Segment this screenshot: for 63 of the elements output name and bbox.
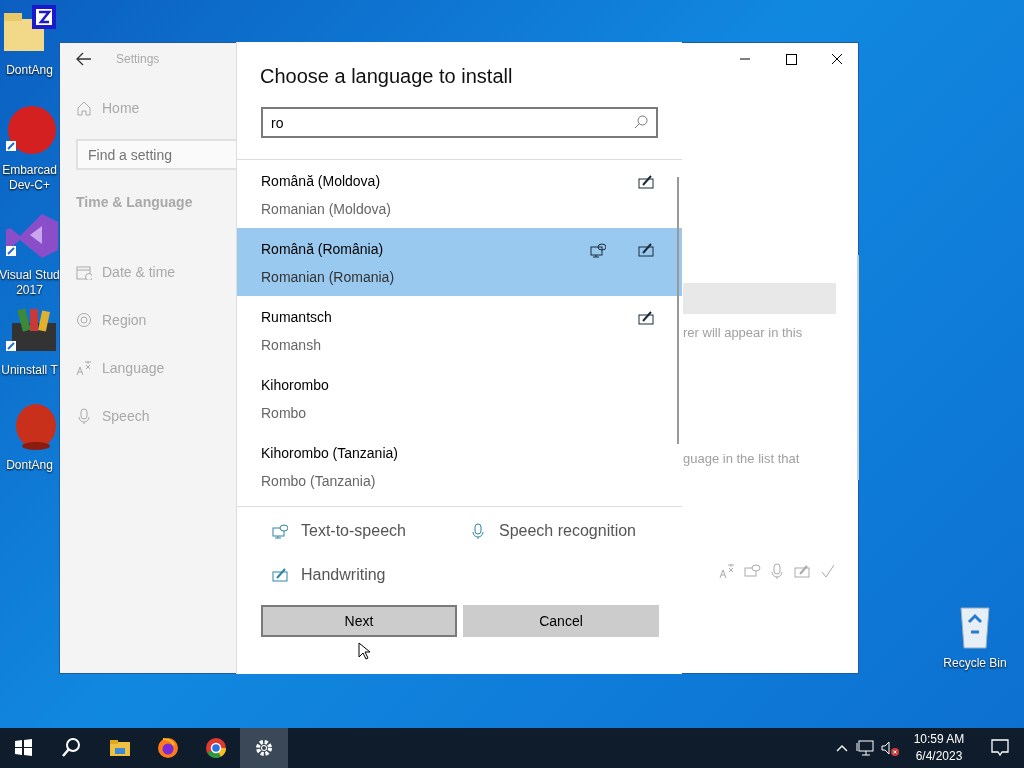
dialog-title: Choose a language to install <box>259 64 514 89</box>
clock[interactable]: 10:59 AM 6/4/2023 <box>902 731 976 765</box>
folder-icon <box>109 737 131 759</box>
dropdown-field[interactable] <box>683 283 836 314</box>
section-heading: Time & Language <box>75 193 194 212</box>
gear-icon <box>253 737 275 759</box>
icon-label[interactable]: Visual Stud <box>0 268 60 283</box>
windows-logo-icon <box>13 737 35 759</box>
language-english-name: Romanian (Moldova) <box>261 200 392 218</box>
window-title: Settings <box>116 51 160 68</box>
language-name: Kihorombo (Tanzania) <box>261 444 399 462</box>
speech-bubble-icon <box>744 563 761 580</box>
language-english-name: Rombo <box>261 404 308 422</box>
language-list-item[interactable]: Kihorombo (Tanzania) Rombo (Tanzania) <box>237 432 682 500</box>
chrome-logo-icon <box>205 737 227 759</box>
language-name: Kihorombo <box>261 376 330 394</box>
language-list-item[interactable]: Kihorombo Rombo <box>237 364 682 432</box>
microphone-icon <box>76 408 92 424</box>
language-english-name: Rombo (Tanzania) <box>261 472 377 490</box>
search-field[interactable]: Find a setting <box>76 139 237 170</box>
language-name: Rumantsch <box>261 308 333 326</box>
search-field[interactable]: ro <box>261 107 658 138</box>
body-text: guage in the list that <box>683 449 801 468</box>
scrollbar[interactable] <box>857 255 859 480</box>
clock-date: 6/4/2023 <box>915 748 963 765</box>
pen-icon <box>272 567 288 583</box>
icon-label[interactable]: DontAng <box>6 63 53 78</box>
pen-icon <box>794 563 811 580</box>
scrollbar[interactable] <box>677 177 679 444</box>
language-english-name: Romanian (Romania) <box>261 268 396 286</box>
icon-label[interactable]: Embarcad <box>2 163 57 178</box>
icon-label[interactable]: 2017 <box>16 283 43 298</box>
language-icon <box>76 360 92 376</box>
icon-label[interactable]: Uninstall T <box>1 363 58 378</box>
cursor-icon <box>358 642 370 660</box>
globe-icon <box>76 312 92 328</box>
speech-bubble-icon <box>272 523 288 539</box>
search-icon[interactable] <box>634 115 648 129</box>
clock-time: 10:59 AM <box>913 731 965 748</box>
check-icon <box>819 563 836 580</box>
legend-label: Handwriting <box>301 565 386 585</box>
body-text: rer will appear in this <box>683 324 804 342</box>
legend-label: Speech recognition <box>499 521 636 541</box>
search-icon <box>61 737 83 759</box>
language-list-item[interactable]: Română (România) Romanian (Romania) <box>237 228 682 296</box>
language-name: Română (Moldova) <box>261 172 382 190</box>
gear-button[interactable] <box>240 728 288 768</box>
calendar-icon <box>76 264 92 280</box>
icon-label[interactable]: DontAng <box>6 458 53 473</box>
back-arrow-icon[interactable] <box>76 52 92 66</box>
language-english-name: Romansh <box>261 336 322 354</box>
legend-label: Text-to-speech <box>301 521 406 541</box>
next-button[interactable]: Next <box>261 605 457 637</box>
language-icon <box>719 563 736 580</box>
language-name: Română (România) <box>261 240 385 258</box>
language-list-item[interactable]: Rumantsch Romansh <box>237 296 682 364</box>
icon-label[interactable]: Dev-C+ <box>9 178 50 193</box>
cancel-button[interactable]: Cancel <box>463 605 659 637</box>
language-list-item[interactable]: Română (Moldova) Romanian (Moldova) <box>237 160 682 228</box>
icon-label[interactable]: Recycle Bin <box>943 656 1007 671</box>
microphone-icon <box>769 563 786 580</box>
microphone-icon <box>470 523 486 539</box>
firefox-logo-icon <box>157 737 179 759</box>
